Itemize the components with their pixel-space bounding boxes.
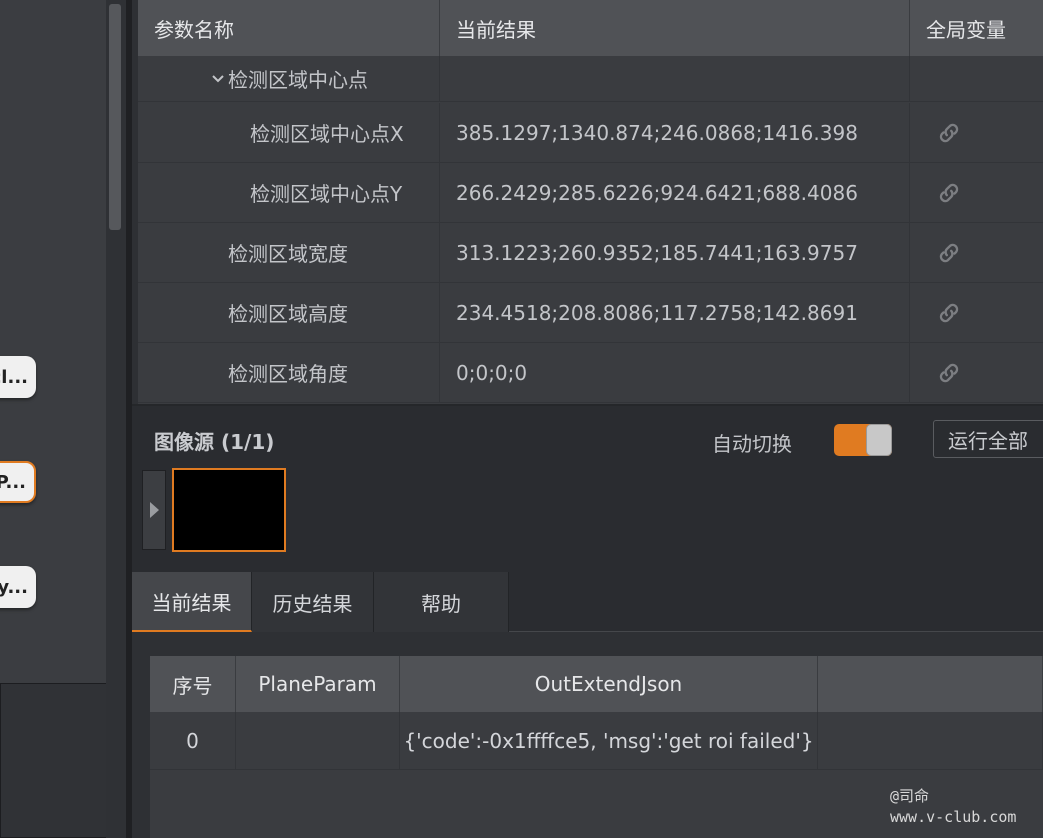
flow-node-2[interactable]: hP... <box>0 461 36 503</box>
param-name: 检测区域角度 <box>138 343 440 402</box>
image-source-panel: 图像源 (1/1) 自动切换 运行全部 <box>132 404 1043 572</box>
app-root: cl... hP... y... 参数名称 当前结果 全局变量 <box>0 0 1043 838</box>
auto-switch-toggle[interactable] <box>834 424 892 456</box>
thumbnail-expand-button[interactable] <box>142 470 166 550</box>
link-icon[interactable] <box>936 180 962 206</box>
param-value: 234.4518;208.8086;117.2758;142.8691 <box>440 283 910 342</box>
flow-node-label: y... <box>0 576 28 598</box>
left-sub-panel <box>0 683 107 838</box>
table-row[interactable]: 检测区域高度 234.4518;208.8086;117.2758;142.86… <box>138 283 1043 343</box>
auto-switch-label: 自动切换 <box>712 432 792 456</box>
header-empty <box>818 656 1043 712</box>
parameter-table-header: 参数名称 当前结果 全局变量 <box>138 0 1043 56</box>
table-row[interactable]: 检测区域中心点X 385.1297;1340.874;246.0868;1416… <box>138 103 1043 163</box>
param-value: 266.2429;285.6226;924.6421;688.4086 <box>440 163 910 222</box>
watermark: @司命 www.v-club.com <box>890 786 1016 828</box>
caret-right-icon <box>149 502 159 518</box>
param-name: 检测区域中心点X <box>138 103 440 162</box>
header-current-result: 当前结果 <box>440 0 910 56</box>
watermark-line-2: www.v-club.com <box>890 808 1017 826</box>
table-row[interactable]: 检测区域角度 0;0;0;0 <box>138 343 1043 403</box>
flow-node-label: hP... <box>0 471 26 493</box>
chevron-down-icon[interactable] <box>210 71 226 87</box>
flow-node-1[interactable]: cl... <box>0 356 36 398</box>
toggle-knob[interactable] <box>866 424 892 456</box>
left-scrollbar[interactable] <box>106 0 126 838</box>
header-plane-param: PlaneParam <box>236 656 400 712</box>
global-link-cell[interactable] <box>910 223 1043 282</box>
link-icon[interactable] <box>936 240 962 266</box>
link-icon[interactable] <box>936 120 962 146</box>
global-link-cell[interactable] <box>910 163 1043 222</box>
result-table-header: 序号 PlaneParam OutExtendJson <box>150 656 1043 712</box>
table-row[interactable]: 0 {'code':-0x1ffffce5, 'msg':'get roi fa… <box>150 712 1043 770</box>
header-out-extend-json: OutExtendJson <box>400 656 818 712</box>
header-param-name: 参数名称 <box>138 0 440 56</box>
flow-canvas[interactable]: cl... hP... y... <box>0 0 107 838</box>
flow-node-label: cl... <box>0 366 28 388</box>
param-value: 0;0;0;0 <box>440 343 910 402</box>
tab-current-result[interactable]: 当前结果 <box>132 572 252 632</box>
table-row[interactable]: 检测区域中心点Y 266.2429;285.6226;924.6421;688.… <box>138 163 1043 223</box>
left-scrollbar-thumb[interactable] <box>109 4 121 230</box>
parameter-table: 参数名称 当前结果 全局变量 检测区域中心点 检测区域中心点X 385.1297… <box>138 0 1043 404</box>
global-link-cell[interactable] <box>910 103 1043 162</box>
param-value: 313.1223;260.9352;185.7441;163.9757 <box>440 223 910 282</box>
global-link-cell[interactable] <box>910 283 1043 342</box>
group-label: 检测区域中心点 <box>228 68 368 92</box>
tab-history-result[interactable]: 历史结果 <box>252 572 374 632</box>
param-name: 检测区域中心点Y <box>138 163 440 222</box>
link-icon[interactable] <box>936 360 962 386</box>
header-index: 序号 <box>150 656 236 712</box>
link-icon[interactable] <box>936 300 962 326</box>
cell-empty <box>818 712 1043 769</box>
group-cell[interactable]: 检测区域中心点 <box>138 56 440 101</box>
tab-help[interactable]: 帮助 <box>374 572 509 632</box>
table-row[interactable]: 检测区域宽度 313.1223;260.9352;185.7441;163.97… <box>138 223 1043 283</box>
cell-index: 0 <box>150 712 236 769</box>
param-value: 385.1297;1340.874;246.0868;1416.398 <box>440 103 910 162</box>
param-name: 检测区域宽度 <box>138 223 440 282</box>
watermark-line-1: @司命 <box>890 787 930 805</box>
run-all-button[interactable]: 运行全部 <box>933 420 1043 458</box>
image-source-title: 图像源 (1/1) <box>154 430 275 454</box>
param-name: 检测区域高度 <box>138 283 440 342</box>
main-panel: 参数名称 当前结果 全局变量 检测区域中心点 检测区域中心点X 385.1297… <box>132 0 1043 838</box>
cell-plane-param <box>236 712 400 769</box>
global-link-cell[interactable] <box>910 343 1043 402</box>
image-thumbnail[interactable] <box>172 468 286 552</box>
flow-node-3[interactable]: y... <box>0 566 36 608</box>
cell-out-extend-json: {'code':-0x1ffffce5, 'msg':'get roi fail… <box>400 712 818 769</box>
header-global-var: 全局变量 <box>926 17 1006 42</box>
table-row-group[interactable]: 检测区域中心点 <box>138 56 1043 102</box>
result-tabs: 当前结果 历史结果 帮助 <box>132 572 1043 632</box>
